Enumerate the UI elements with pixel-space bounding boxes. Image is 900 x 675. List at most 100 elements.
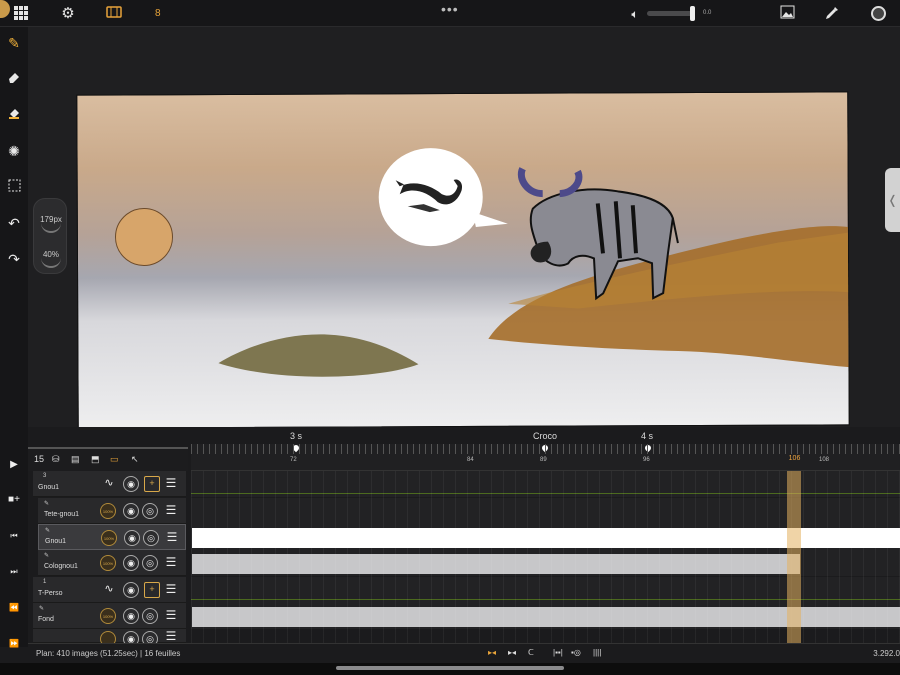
volume-slider[interactable] [647,11,695,16]
next-frame-icon[interactable]: ⏭ [5,567,23,581]
grid-icon[interactable] [12,5,30,23]
layer-gnou1[interactable]: ✎ Gnou1 100% ◉ ◎ ☰ [38,524,186,550]
app-logo[interactable] [0,0,10,18]
onion-skin-icon[interactable]: ◎ [142,503,158,519]
opacity-badge[interactable]: 100% [100,608,116,624]
frame-number[interactable]: 8 [155,8,161,19]
home-indicator[interactable] [336,666,564,670]
selection-icon[interactable] [5,178,23,196]
onion-skin-icon[interactable]: ◎ [143,530,159,546]
loop-icon[interactable]: ▸◂ [488,648,496,658]
eye-icon[interactable]: ◉ [123,476,139,492]
side-panel-handle[interactable]: ❬ [885,168,900,232]
layer-name: Gnou1 [38,484,60,491]
layer-group-t-perso[interactable]: 1 T-Perso ∿ ◉ + ☰ [33,577,186,603]
layer-menu-icon[interactable]: ☰ [163,608,179,624]
add-frame-icon[interactable]: ■+ [5,494,23,508]
rewind-icon[interactable]: ⏪ [5,603,23,617]
pencil-icon: ✎ [45,528,51,534]
eye-icon[interactable]: ◉ [123,503,139,519]
eye-icon[interactable]: ◉ [123,582,139,598]
more-dots-icon[interactable]: ••• [441,1,459,17]
new-sheet-icon[interactable]: ▤ [71,454,80,465]
drawing-canvas[interactable] [76,91,850,429]
opacity-badge[interactable]: 100% [101,530,117,546]
pencil-icon: ✎ [44,553,50,559]
add-sublayer-icon[interactable]: + [144,582,160,598]
sun-shape [115,208,173,266]
layer-number: 3 [43,473,47,479]
pencil-icon[interactable]: ✎ [5,34,23,52]
tool-sidebar: ✎ ✺ ↶ ↷ [0,27,28,447]
import-icon[interactable]: ⬒ [91,454,100,465]
eye-icon[interactable]: ◉ [123,555,139,571]
fast-forward-icon[interactable]: ⏩ [5,639,23,653]
layer-stack-icon[interactable]: ⛁ [52,454,60,465]
gear-icon[interactable]: ⚙ [59,5,77,23]
layer-name: Colognou1 [44,563,78,570]
zoom-value: 3.292.0 [873,649,900,658]
paint-bucket-icon[interactable] [5,106,23,124]
eye-icon[interactable]: ◉ [123,608,139,624]
add-sublayer-icon[interactable]: + [144,476,160,492]
tick-label: 96 [643,457,650,463]
playback-controls: ▶ ■+ ⏮ ⏭ ⏪ ⏩ [0,447,28,648]
layer-menu-icon[interactable]: ☰ [163,476,179,492]
eye-icon[interactable]: ◉ [124,530,140,546]
tick-label: 108 [819,457,830,463]
onion-skin-icon[interactable]: ◎ [142,608,158,624]
volume-slider-handle[interactable] [690,6,695,21]
volume-value: 0.0 [703,10,712,16]
opacity-badge[interactable]: 100% [100,555,116,571]
layer-name: Tete-gnou1 [44,511,80,518]
current-frame-label[interactable]: 106 [788,455,801,462]
timeline-zoom-icon[interactable]: |||| [593,648,601,658]
magnet-icon[interactable]: ᑕ [528,648,534,658]
marker-4s[interactable]: 4 s [639,431,656,441]
layer-fond[interactable]: ✎ Fond 100% ◉ ◎ ☰ [33,603,186,629]
layer-colognou1[interactable]: ✎ Colognou1 100% ◉ ◎ ☰ [38,550,186,576]
layer-menu-icon[interactable]: ☰ [163,503,179,519]
color-swatch-icon[interactable] [870,5,888,23]
pencil-icon: ✎ [44,501,50,507]
play-icon[interactable]: ▶ [5,459,23,473]
layer-number: 1 [43,579,47,585]
range-icon[interactable]: ▸◂ [508,648,516,658]
select-arrow-icon[interactable]: ↖ [131,454,139,465]
pencil-icon: ✎ [39,606,45,612]
speaker-icon[interactable]: 🔈︎ [626,5,644,23]
layer-partial[interactable]: ◉ ◎ ☰ [33,629,186,647]
layer-name: Gnou1 [45,538,67,545]
layer-menu-icon[interactable]: ☰ [163,555,179,571]
layer-menu-icon[interactable]: ☰ [163,582,179,598]
onion-skin-icon[interactable]: ◎ [142,555,158,571]
lasso-fill-icon[interactable]: ✺ [5,142,23,160]
tick-label: 72 [290,457,297,463]
layer-name: Fond [38,616,54,623]
eraser-icon[interactable] [5,70,23,88]
image-icon[interactable] [778,5,796,23]
brush-settings-pill[interactable]: 179px 40% [33,198,67,274]
motion-path-icon[interactable]: ∿ [101,476,117,492]
undo-icon[interactable]: ↶ [5,214,23,232]
layer-toolbar: 15 ⛁ ▤ ⬒ ▭ ↖ [28,447,188,471]
opacity-badge[interactable]: 100% [100,503,116,519]
redo-icon[interactable]: ↷ [5,250,23,268]
frame-markers-icon[interactable]: |▪▪| [553,648,563,658]
layer-group-gnou1[interactable]: 3 Gnou1 ∿ ◉ + ☰ [33,471,186,497]
previous-frame-icon[interactable]: ⏮ [5,531,23,545]
plan-info: Plan: 410 images (51.25sec) | 16 feuille… [36,649,181,658]
layer-menu-icon[interactable]: ☰ [164,530,180,546]
layer-tete-gnou1[interactable]: ✎ Tete-gnou1 100% ◉ ◎ ☰ [38,498,186,524]
brush-size-slider-icon[interactable] [41,223,61,233]
filmstrip-toggle-icon[interactable]: ▭ [110,454,119,465]
filmstrip-icon[interactable] [106,5,122,23]
marker-3s[interactable]: 3 s [288,431,305,441]
brush-opacity-slider-icon[interactable] [41,258,61,268]
playhead[interactable] [787,471,801,643]
onion-settings-icon[interactable]: ▪◎ [571,648,581,658]
tick-label: 84 [467,457,474,463]
marker-croco[interactable]: Croco [531,431,560,441]
eyedropper-icon[interactable] [823,5,841,23]
motion-path-icon[interactable]: ∿ [101,582,117,598]
